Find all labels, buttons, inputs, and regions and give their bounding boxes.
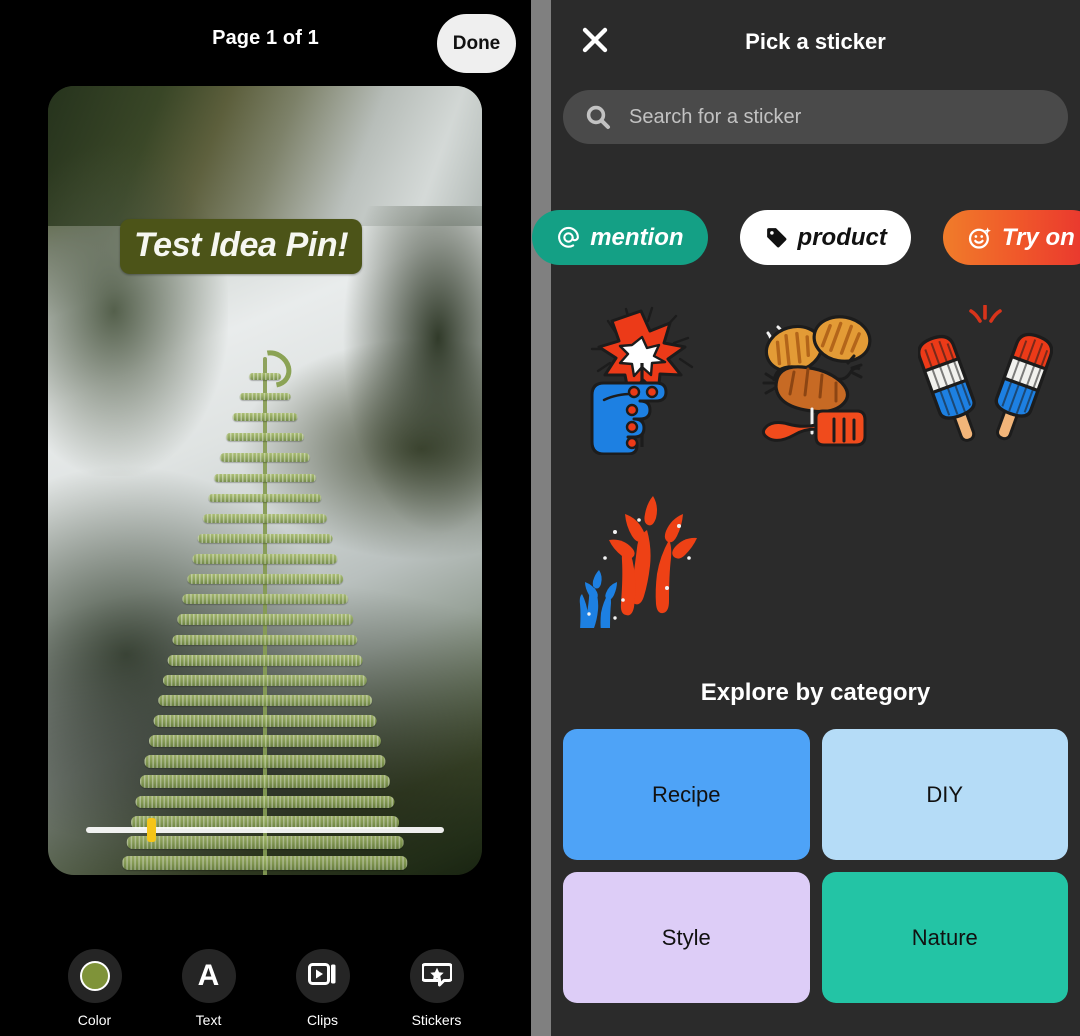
fern-frond — [202, 513, 328, 523]
fern-frond — [239, 393, 291, 401]
tool-color-label: Color — [77, 1012, 112, 1028]
fern-frond — [214, 473, 316, 482]
clips-icon — [307, 960, 338, 993]
fern-frond — [208, 493, 322, 503]
fern-frond — [177, 614, 353, 625]
fern-frond — [167, 654, 363, 666]
fern-frond — [197, 533, 333, 544]
video-scrubber-handle[interactable] — [146, 818, 156, 842]
chip-product[interactable]: product — [739, 210, 911, 265]
sticker-search-bar[interactable] — [563, 90, 1068, 144]
category-tile-style[interactable]: Style — [563, 872, 810, 1003]
fern-frond — [162, 674, 368, 686]
sticker-star-icon — [420, 960, 453, 993]
idea-pin-editor-panel: Page 1 of 1 Done Test Idea Pin! Color A … — [0, 0, 531, 1036]
tool-stickers-label: Stickers — [411, 1012, 462, 1028]
smiley-sparkle-icon — [967, 225, 993, 251]
sticker-sheet-title: Pick a sticker — [745, 29, 886, 54]
tool-stickers[interactable]: Stickers — [396, 949, 478, 1028]
fern-frond — [126, 835, 404, 850]
app-screen: Page 1 of 1 Done Test Idea Pin! Color A … — [0, 0, 1080, 1036]
hand-holding-firecracker-sticker[interactable] — [565, 305, 733, 455]
fern-frond — [139, 775, 391, 788]
fern-frond — [153, 715, 377, 727]
fern-frond — [219, 453, 311, 462]
fern-frond — [148, 735, 382, 748]
category-tile-diy[interactable]: DIY — [821, 729, 1068, 860]
done-button[interactable]: Done — [437, 14, 516, 73]
bbq-sausage-spatula-sticker[interactable] — [733, 305, 901, 455]
fern-frond — [192, 554, 338, 564]
pin-canvas[interactable]: Test Idea Pin! — [48, 86, 482, 875]
sticker-grid — [565, 305, 1070, 633]
fern-frond — [135, 795, 395, 809]
price-tag-icon — [764, 225, 789, 250]
fern-frond — [187, 574, 343, 584]
search-icon — [585, 104, 611, 130]
pin-text-overlay[interactable]: Test Idea Pin! — [120, 219, 363, 274]
sticker-picker-panel: Pick a sticker mention — [532, 0, 1080, 1036]
tool-clips-circle[interactable] — [295, 949, 350, 1003]
color-swatch-icon — [79, 961, 110, 991]
category-tile-nature-label: Nature — [911, 924, 978, 950]
tool-color[interactable]: Color — [54, 949, 136, 1028]
explore-by-category-title: Explore by category — [700, 679, 931, 706]
fern-frond — [249, 373, 281, 380]
fern-frond — [225, 433, 305, 442]
fern-illustration — [115, 342, 415, 875]
sticker-sheet-header: Pick a sticker — [551, 0, 1080, 84]
chip-try-on[interactable]: Try on — [942, 210, 1080, 265]
sticker-chip-row: mention product Try on — [532, 210, 1080, 265]
editor-header: Page 1 of 1 Done — [0, 0, 531, 85]
tool-text[interactable]: A Text — [168, 949, 250, 1028]
category-tile-recipe[interactable]: Recipe — [563, 729, 810, 860]
fern-frond — [232, 413, 298, 421]
chip-mention[interactable]: mention — [532, 210, 708, 265]
tool-text-circle[interactable]: A — [181, 949, 236, 1003]
editor-toolbar: Color A Text Clips Stickers — [0, 949, 531, 1028]
fern-frond — [144, 755, 386, 768]
at-sign-icon — [556, 225, 581, 250]
category-tile-recipe-label: Recipe — [652, 781, 721, 807]
fern-frond — [182, 594, 348, 605]
panel-divider — [531, 0, 551, 1036]
tool-clips[interactable]: Clips — [282, 949, 364, 1028]
fireworks-sticker[interactable] — [565, 483, 733, 633]
fern-frond — [122, 855, 408, 870]
tool-clips-label: Clips — [306, 1012, 339, 1028]
category-tile-nature[interactable]: Nature — [821, 872, 1068, 1003]
category-tile-style-label: Style — [661, 924, 711, 950]
fern-frond — [172, 634, 358, 646]
fern-frond — [158, 694, 372, 707]
chip-try-on-label: Try on — [1001, 223, 1075, 251]
chip-product-label: product — [797, 223, 887, 251]
tool-text-label: Text — [195, 1012, 222, 1028]
chip-mention-label: mention — [590, 223, 684, 251]
text-a-icon: A — [197, 959, 220, 992]
video-scrubber-track[interactable] — [86, 818, 444, 842]
category-tile-diy-label: DIY — [926, 781, 964, 807]
search-input[interactable] — [627, 104, 1046, 130]
fern-tip — [245, 342, 299, 396]
tool-stickers-circle[interactable] — [409, 949, 464, 1003]
tool-color-circle[interactable] — [67, 949, 122, 1003]
red-white-blue-popsicles-sticker[interactable] — [902, 305, 1070, 455]
category-grid: Recipe DIY Style Nature — [563, 729, 1068, 1003]
